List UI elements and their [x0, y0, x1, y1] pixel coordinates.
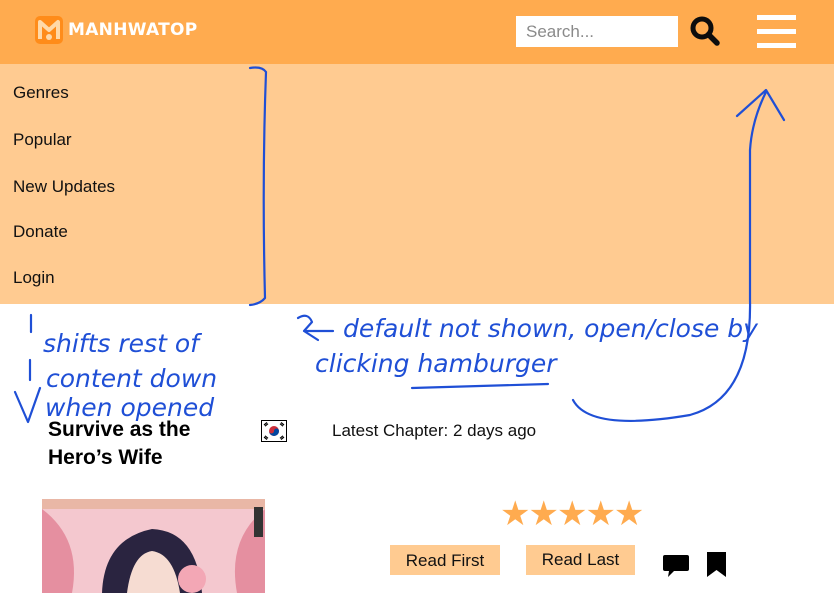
hamburger-icon[interactable] [757, 15, 796, 49]
latest-chapter: Latest Chapter: 2 days ago [332, 421, 537, 440]
hook-arrow-mark [296, 314, 335, 342]
logo-icon [35, 16, 63, 44]
down-arrow-mark [13, 313, 42, 424]
read-first-button[interactable]: Read First [390, 545, 500, 575]
south-korea-flag-icon [261, 420, 287, 442]
left-note-line-1: shifts rest of [43, 329, 202, 358]
dropdown-menu: Genres Popular New Updates Donate Login [0, 64, 834, 304]
rating-stars: ★★★★★ [500, 495, 644, 533]
right-note-line-1: default not shown, open/close by [343, 314, 759, 343]
bookmark-icon[interactable] [706, 551, 727, 578]
read-last-button[interactable]: Read Last [526, 545, 635, 575]
underline-mark [410, 382, 550, 390]
menu-item-popular[interactable]: Popular [13, 130, 72, 150]
left-note-line-2: content down [46, 364, 217, 393]
menu-item-genres[interactable]: Genres [13, 83, 69, 103]
top-navbar: MANHWATOP [0, 0, 834, 64]
logo-text: MANHWATOP [68, 20, 198, 40]
manga-title[interactable]: Survive as the Hero’s Wife [48, 416, 248, 472]
menu-item-donate[interactable]: Donate [13, 222, 68, 242]
search-input[interactable] [516, 16, 678, 47]
manga-cover-image[interactable] [42, 499, 265, 593]
menu-item-login[interactable]: Login [13, 268, 55, 288]
right-note-line-2: clicking hamburger [315, 349, 558, 378]
comment-icon[interactable] [662, 552, 690, 580]
menu-item-new-updates[interactable]: New Updates [13, 177, 115, 197]
site-logo[interactable]: MANHWATOP [34, 15, 198, 45]
search-icon[interactable] [689, 15, 721, 47]
